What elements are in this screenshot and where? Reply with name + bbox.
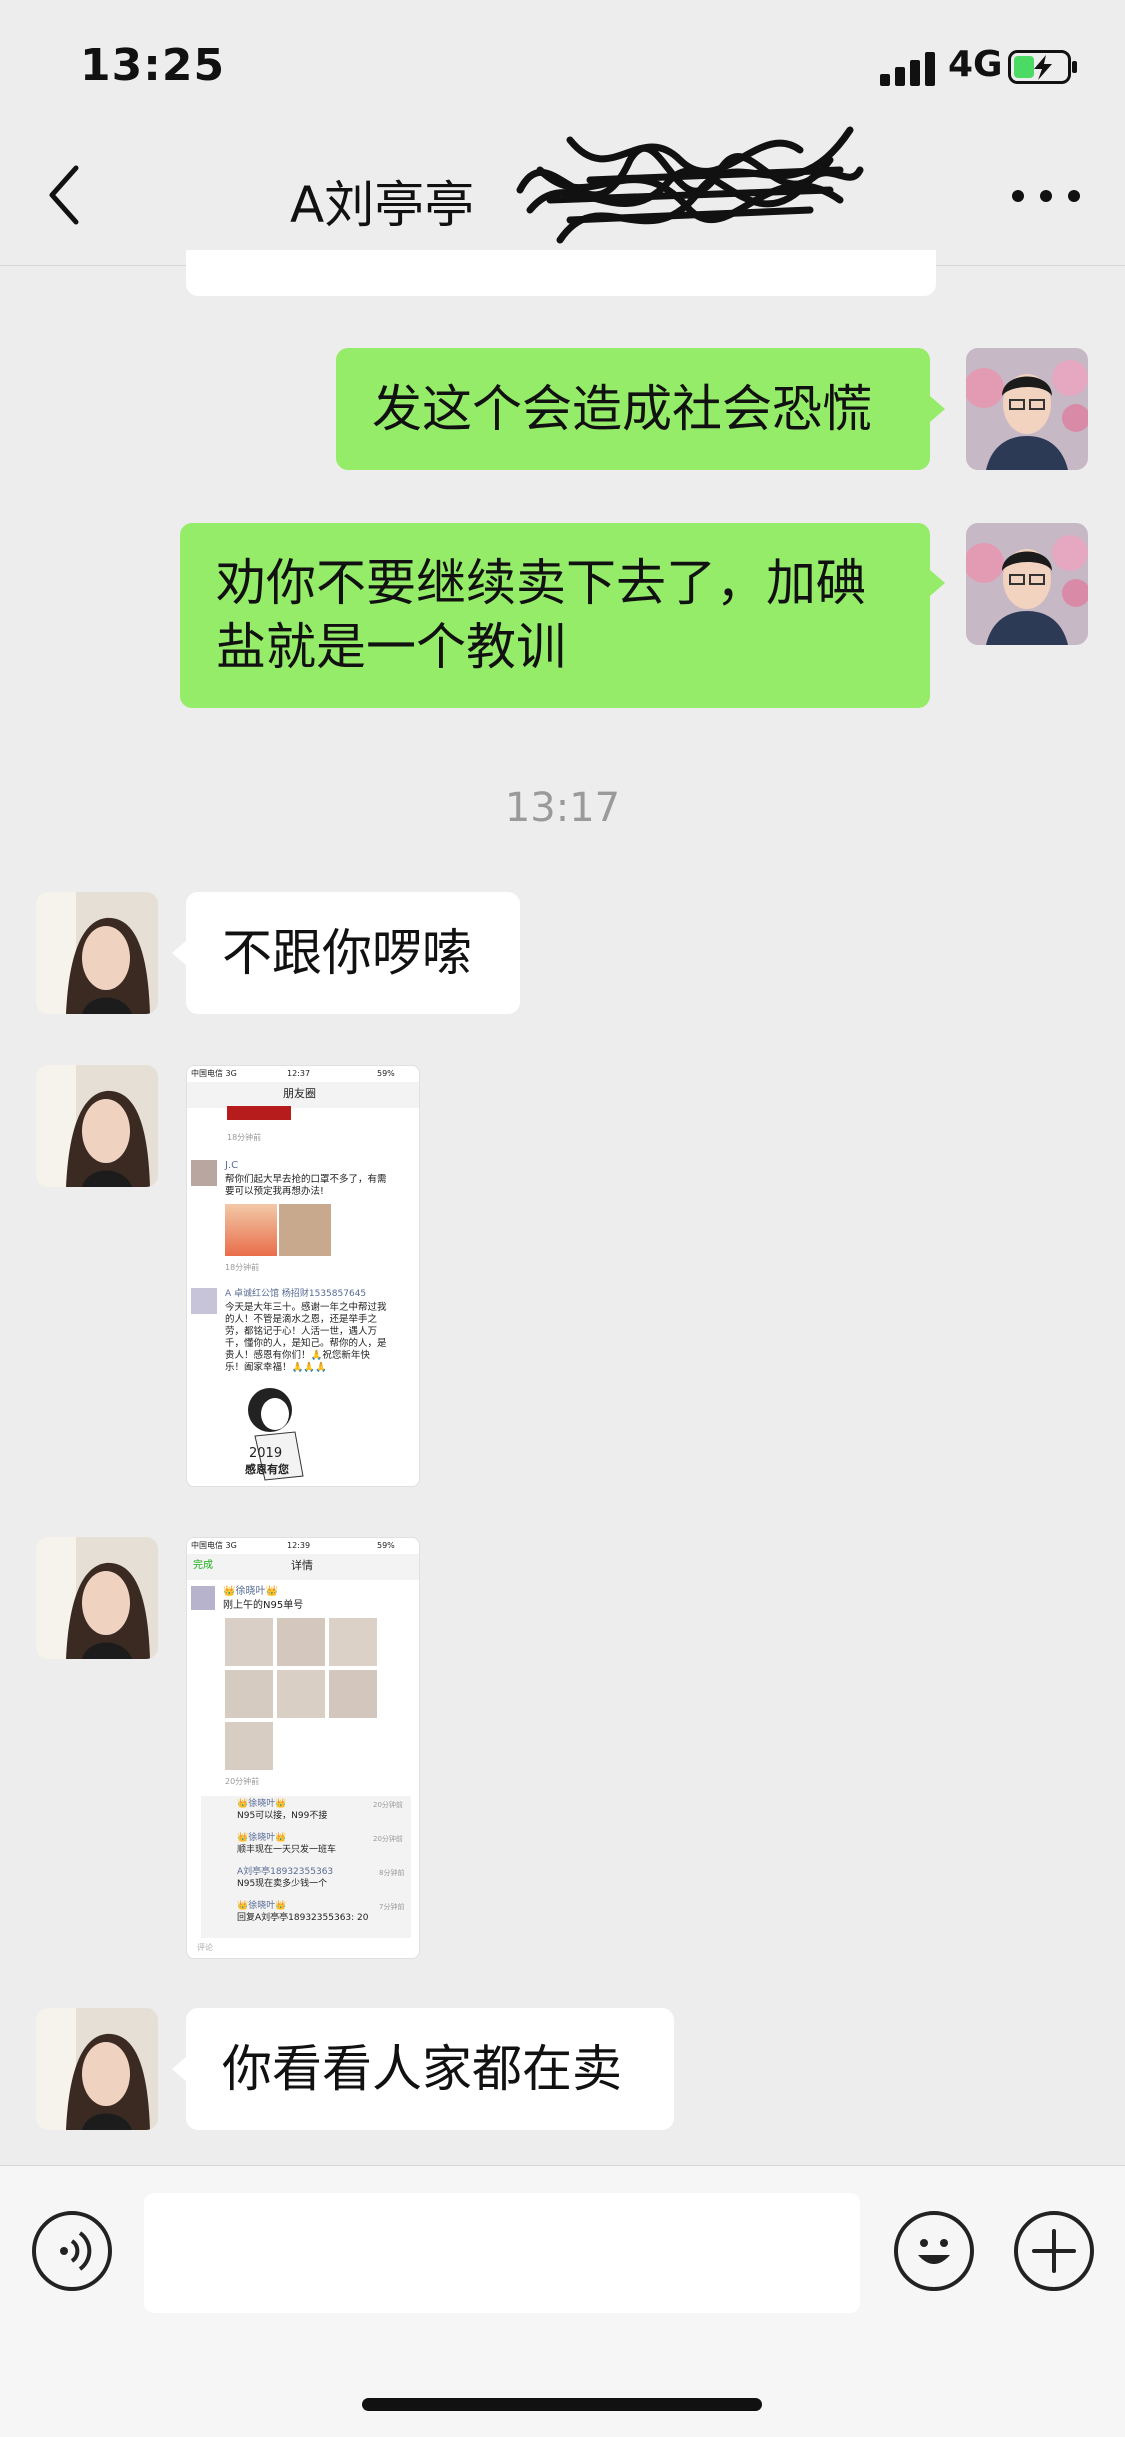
shot-post-name: J.C bbox=[225, 1160, 239, 1171]
shot-carrier: 中国电信 3G bbox=[191, 1541, 237, 1550]
shot-comment-text: 顺丰现在一天只发一班车 bbox=[237, 1845, 337, 1855]
shot-comment-time: 20分钟前 bbox=[373, 1801, 403, 1809]
shot-comment-name: 👑徐晓叶👑 bbox=[237, 1833, 287, 1843]
shot-avatar bbox=[191, 1288, 217, 1314]
shot-time-ago: 18分钟前 bbox=[227, 1133, 262, 1142]
bubble-tail bbox=[172, 940, 187, 966]
shot-time: 12:39 bbox=[287, 1541, 311, 1550]
shot-photo bbox=[329, 1618, 377, 1666]
message-bubble-outgoing[interactable]: 发这个会造成社会恐慌 bbox=[336, 348, 930, 470]
message-text: 发这个会造成社会恐慌 bbox=[372, 380, 872, 438]
image-message-detail-screenshot[interactable]: 中国电信 3G 12:39 59% 完成 详情 👑徐晓叶👑 刚上午的N95单号 … bbox=[186, 1537, 420, 1959]
shot-comment-name: 👑徐晓叶👑 bbox=[237, 1799, 287, 1809]
shot-time: 12:37 bbox=[287, 1069, 311, 1078]
chat-title: A刘亭亭 bbox=[290, 176, 475, 234]
shot-comment-time: 8分钟前 bbox=[379, 1869, 405, 1877]
shot-banner-image bbox=[227, 1106, 291, 1120]
emoji-icon[interactable] bbox=[894, 2211, 974, 2291]
shot-post-text: 乐！阖家幸福！🙏🙏🙏 bbox=[225, 1362, 327, 1373]
shot-photo bbox=[329, 1670, 377, 1718]
shot-avatar bbox=[191, 1586, 215, 1610]
shot-photo bbox=[225, 1618, 273, 1666]
bubble-tail bbox=[930, 570, 945, 596]
shot-comment-time: 7分钟前 bbox=[379, 1903, 405, 1911]
contact-avatar[interactable] bbox=[36, 1065, 158, 1187]
shot-post-text: 贵人！感恩有你们！🙏祝您新年快 bbox=[225, 1350, 370, 1361]
shot-comment-name: 👑徐晓叶👑 bbox=[237, 1901, 287, 1911]
shot-photo bbox=[277, 1670, 325, 1718]
shot-comment-text: 回复A刘亭亭18932355363: 20 bbox=[237, 1913, 369, 1923]
message-bubble-outgoing[interactable]: 劝你不要继续卖下去了，加碘 盐就是一个教训 bbox=[180, 523, 930, 708]
voice-icon[interactable] bbox=[32, 2211, 112, 2291]
shot-card-year: 2019 bbox=[249, 1446, 283, 1461]
contact-avatar[interactable] bbox=[36, 2008, 158, 2130]
shot-title: 详情 bbox=[291, 1559, 313, 1572]
shot-post-text: 刚上午的N95单号 bbox=[223, 1600, 304, 1611]
shot-post-image bbox=[279, 1204, 331, 1256]
battery-icon bbox=[1008, 50, 1077, 84]
message-text-line: 劝你不要继续卖下去了，加碘 bbox=[216, 554, 866, 612]
more-icon[interactable] bbox=[1010, 180, 1082, 210]
plus-icon[interactable] bbox=[1014, 2211, 1094, 2291]
image-message-moments-screenshot[interactable]: 中国电信 3G 12:37 59% 朋友圈 18分钟前 J.C 帮你们起大早去抢… bbox=[186, 1065, 420, 1487]
bubble-tail bbox=[172, 2056, 187, 2082]
shot-battery: 59% bbox=[377, 1069, 395, 1078]
bubble-tail bbox=[930, 396, 945, 422]
shot-comment-text: N95可以接，N99不接 bbox=[237, 1811, 328, 1821]
shot-post-image bbox=[225, 1204, 277, 1256]
shot-comment-input: 评论 bbox=[197, 1943, 213, 1952]
shot-photo bbox=[225, 1670, 273, 1718]
shot-post-text: 的人！不管是滴水之恩，还是举手之 bbox=[225, 1314, 378, 1325]
home-indicator[interactable] bbox=[362, 2398, 762, 2411]
message-text: 你看看人家都在卖 bbox=[222, 2040, 622, 2098]
shot-post-text: 千，懂你的人，是知己。帮你的人，是 bbox=[225, 1338, 387, 1349]
contact-avatar[interactable] bbox=[36, 1537, 158, 1659]
shot-title: 朋友圈 bbox=[283, 1087, 316, 1100]
shot-time-ago: 20分钟前 bbox=[225, 1777, 260, 1786]
chat-timestamp: 13:17 bbox=[504, 785, 621, 831]
shot-photo bbox=[225, 1722, 273, 1770]
status-time: 13:25 bbox=[80, 40, 226, 91]
shot-comment-name: A刘亭亭18932355363 bbox=[237, 1867, 334, 1877]
shot-avatar bbox=[191, 1160, 217, 1186]
signal-icon bbox=[880, 52, 936, 86]
shot-poster: 👑徐晓叶👑 bbox=[223, 1586, 278, 1597]
message-input[interactable] bbox=[144, 2193, 860, 2313]
chevron-left-icon[interactable] bbox=[40, 160, 90, 230]
shot-post-text: 要可以预定我再想办法! bbox=[225, 1186, 324, 1197]
message-text: 不跟你啰嗦 bbox=[222, 924, 472, 982]
shot-carrier: 中国电信 3G bbox=[191, 1069, 237, 1078]
shot-comment-text: N95现在卖多少钱一个 bbox=[237, 1879, 328, 1889]
shot-post-text: 帮你们起大早去抢的口罩不多了，有需 bbox=[225, 1174, 387, 1185]
shot-done: 完成 bbox=[193, 1560, 213, 1571]
shot-post-name: A 卓诚红公馆 杨招财15358576​45 bbox=[225, 1289, 367, 1299]
message-text-line: 盐就是一个教训 bbox=[216, 618, 566, 676]
network-label: 4G bbox=[948, 44, 1003, 85]
my-avatar[interactable] bbox=[966, 348, 1088, 470]
shot-comment-time: 20分钟前 bbox=[373, 1835, 403, 1843]
shot-post-text: 今天是大年三十。感谢一年之中帮过我 bbox=[225, 1302, 387, 1313]
contact-avatar[interactable] bbox=[36, 892, 158, 1014]
shot-battery: 59% bbox=[377, 1541, 395, 1550]
previous-message-bubble bbox=[186, 250, 936, 296]
shot-time-ago: 18分钟前 bbox=[225, 1263, 260, 1272]
message-bubble-incoming[interactable]: 不跟你啰嗦 bbox=[186, 892, 520, 1014]
shot-card-text: 感恩有您 bbox=[245, 1463, 289, 1476]
shot-post-text: 劳，都铭记于心！人活一世，遇人万 bbox=[225, 1326, 378, 1337]
message-bubble-incoming[interactable]: 你看看人家都在卖 bbox=[186, 2008, 674, 2130]
my-avatar[interactable] bbox=[966, 523, 1088, 645]
nav-bar: 13:25 4G A刘亭亭 bbox=[0, 0, 1125, 266]
shot-photo bbox=[277, 1618, 325, 1666]
